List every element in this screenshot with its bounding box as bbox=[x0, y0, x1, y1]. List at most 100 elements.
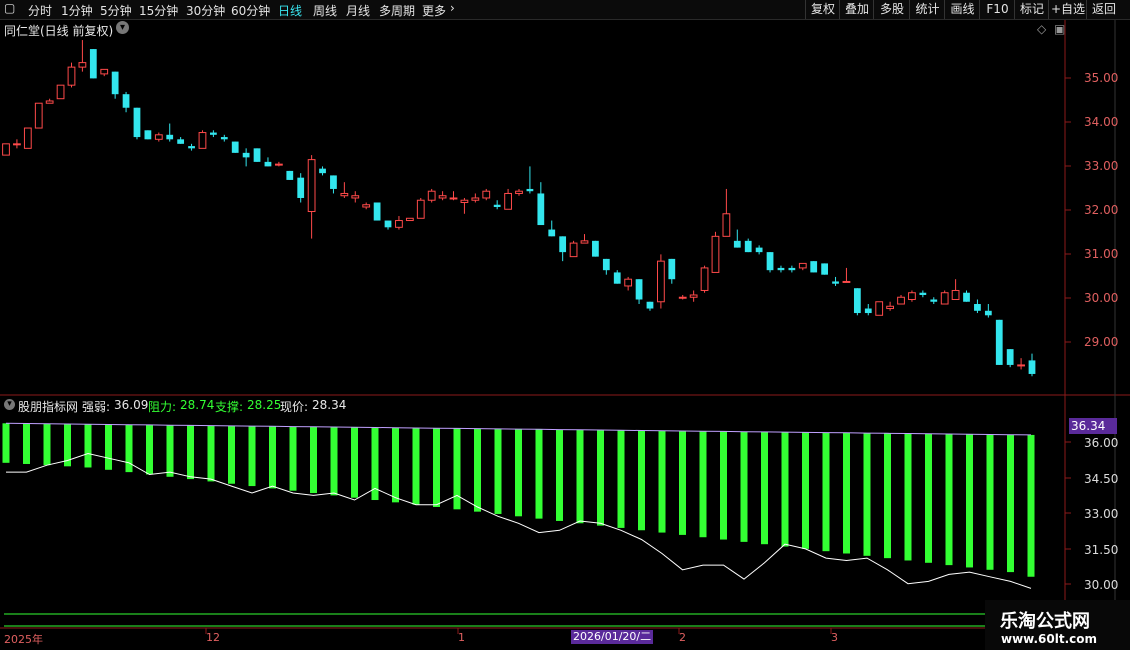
candle-body-down bbox=[864, 308, 872, 314]
candle-body-down bbox=[133, 107, 141, 138]
indicator-bar bbox=[433, 428, 440, 507]
indicator-bar bbox=[597, 430, 604, 526]
indicator-bar bbox=[125, 424, 133, 473]
candle-body-up bbox=[1017, 364, 1025, 367]
candle-body-down bbox=[974, 304, 981, 311]
candle-body-down bbox=[526, 188, 534, 192]
candle-body-down bbox=[111, 71, 119, 95]
candle-body-up bbox=[951, 289, 960, 301]
watermark-title: 乐淘公式网 bbox=[1000, 611, 1090, 632]
indicator-bar bbox=[761, 431, 768, 545]
candle-body-up bbox=[362, 204, 371, 208]
candle-body-down bbox=[810, 261, 818, 273]
price-axis-label: 30.00 bbox=[1084, 291, 1119, 305]
candle-body-down bbox=[166, 134, 174, 140]
candle-body-down bbox=[144, 130, 152, 140]
candle-body-up bbox=[56, 84, 65, 100]
price-axis-label: 35.00 bbox=[1084, 71, 1119, 85]
candle-body-up bbox=[886, 305, 894, 310]
candle-body-down bbox=[995, 319, 1003, 365]
candle-body-up bbox=[449, 197, 458, 200]
candle-body-up bbox=[438, 195, 447, 199]
indicator-bar bbox=[330, 427, 338, 496]
indicator-bar bbox=[146, 424, 153, 475]
candle-body-up bbox=[340, 192, 349, 197]
indicator-bar bbox=[2, 423, 10, 463]
indicator-bar bbox=[802, 432, 809, 549]
resistance-value: 28.74 bbox=[180, 398, 215, 412]
candle-body-down bbox=[177, 139, 185, 144]
candle-body-down bbox=[733, 240, 741, 248]
price-axis-label: 31.00 bbox=[1084, 247, 1119, 261]
price-value: 28.34 bbox=[312, 398, 347, 412]
indicator-bar bbox=[351, 427, 358, 498]
indicator-bar bbox=[515, 429, 522, 517]
candle-body-up bbox=[711, 235, 720, 273]
candle-body-down bbox=[1028, 360, 1036, 374]
candle-body-up bbox=[416, 199, 425, 219]
candle-body-down bbox=[548, 229, 556, 237]
candle-body-down bbox=[853, 288, 861, 314]
dropdown-circle-icon[interactable]: ▾ bbox=[4, 399, 15, 410]
candle-body-up bbox=[274, 163, 283, 166]
indicator-bar bbox=[617, 430, 625, 528]
candle-body-up bbox=[100, 68, 109, 75]
indicator-bar bbox=[84, 424, 92, 468]
candle-body-up bbox=[307, 159, 316, 213]
candle-body-up bbox=[13, 143, 21, 146]
indicator-axis-label: 30.00 bbox=[1084, 578, 1119, 592]
candle-body-down bbox=[744, 240, 752, 253]
resistance-label: 阻力: bbox=[148, 400, 177, 414]
indicator-axis-label: 31.50 bbox=[1084, 543, 1119, 557]
candle-body-down bbox=[755, 247, 763, 253]
indicator-bar bbox=[166, 425, 174, 477]
indicator-bar bbox=[535, 429, 543, 519]
candle-body-up bbox=[940, 292, 949, 305]
candle-body-down bbox=[209, 132, 217, 135]
diamond-icon[interactable]: ◇ bbox=[1037, 22, 1046, 36]
candle-body-up bbox=[569, 242, 578, 258]
candle-body-up bbox=[798, 262, 807, 269]
indicator-bar bbox=[699, 431, 707, 538]
indicator-bar bbox=[228, 425, 235, 484]
indicator-bar bbox=[105, 424, 112, 470]
dropdown-circle-icon[interactable]: ▾ bbox=[116, 21, 129, 34]
indicator-bar bbox=[474, 428, 481, 512]
indicator-bar bbox=[392, 427, 399, 503]
candle-body-down bbox=[602, 258, 610, 271]
indicator-bar bbox=[207, 425, 215, 482]
candle-body-up bbox=[678, 296, 687, 299]
watermark-url: www.60lt.com bbox=[1001, 632, 1098, 646]
strength-value: 36.09 bbox=[114, 398, 149, 412]
candle-body-up bbox=[504, 192, 512, 210]
candle-body-down bbox=[319, 168, 326, 174]
candle-body-up bbox=[657, 260, 665, 303]
indicator-bar bbox=[1007, 434, 1014, 573]
candle-body-down bbox=[668, 258, 676, 280]
candle-body-up bbox=[78, 62, 87, 68]
candle-body-up bbox=[580, 240, 589, 244]
indicator-bar bbox=[576, 429, 584, 524]
indicator-bar bbox=[23, 423, 30, 464]
candle-body-up bbox=[689, 294, 698, 298]
candle-body-up bbox=[154, 134, 163, 140]
candle-body-down bbox=[253, 148, 261, 162]
candle-body-down bbox=[984, 310, 992, 316]
candle-body-down bbox=[777, 267, 785, 271]
chart-area[interactable] bbox=[0, 0, 1130, 650]
candle-body-up bbox=[842, 280, 851, 283]
candle-body-down bbox=[559, 236, 567, 253]
candle-body-up bbox=[45, 100, 54, 104]
indicator-bar bbox=[884, 433, 891, 559]
indicator-bar bbox=[494, 428, 502, 514]
candle-body-up bbox=[471, 197, 480, 201]
strength-label: 强弱: bbox=[82, 400, 111, 414]
candle-body-up bbox=[515, 190, 523, 194]
candle-body-down bbox=[832, 281, 839, 284]
candle-body-down bbox=[493, 204, 501, 207]
layout-icon[interactable]: ▣ bbox=[1054, 22, 1065, 36]
candle-body-down bbox=[788, 267, 796, 271]
candle-body-down bbox=[613, 272, 621, 284]
indicator-bar bbox=[822, 432, 830, 552]
indicator-axis-label: 34.50 bbox=[1084, 472, 1119, 486]
